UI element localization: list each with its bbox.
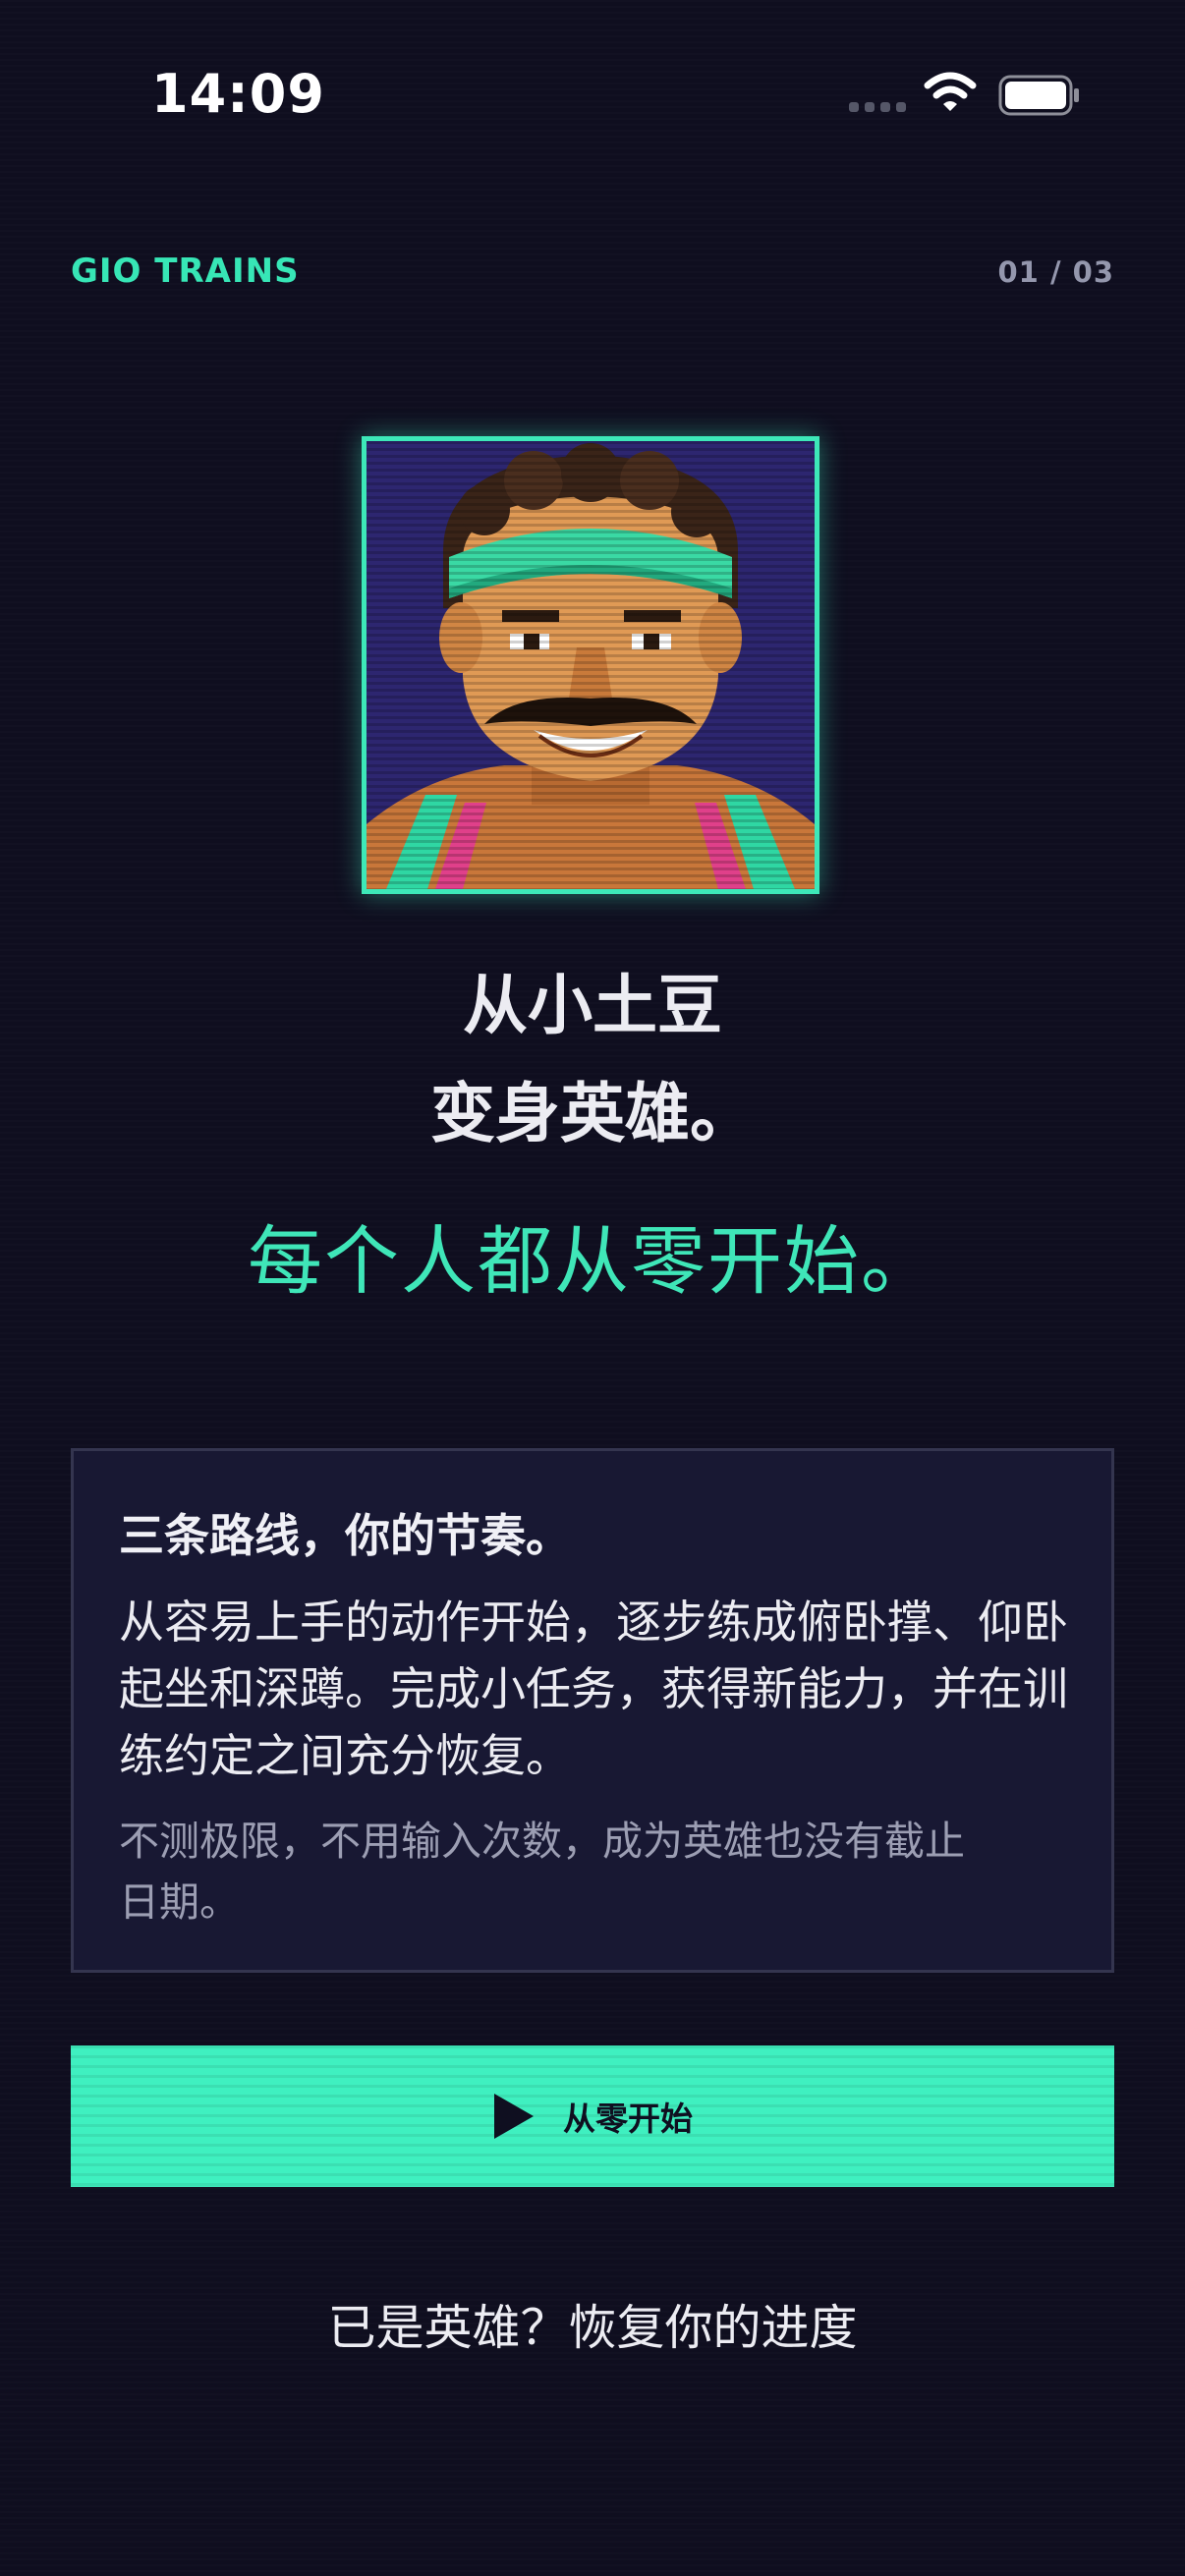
- headline-line-1: 从小土豆: [463, 968, 722, 1043]
- page-indicator: 01 / 03: [997, 255, 1114, 289]
- header: GIO TRAINS 01 / 03: [71, 252, 1114, 301]
- info-card-body: 从容易上手的动作开始，逐步练成俯卧撑、仰卧起坐和深蹲。完成小任务，获得新能力，并…: [119, 1596, 1068, 1782]
- hero-portrait-illustration: [367, 441, 815, 889]
- tagline: 每个人都从零开始。: [248, 1217, 937, 1305]
- play-icon: [494, 2094, 534, 2139]
- start-from-zero-button[interactable]: 从零开始: [71, 2045, 1114, 2187]
- battery-icon: [998, 75, 1079, 116]
- start-button-label: 从零开始: [563, 2100, 693, 2137]
- cellular-signal-icon: [849, 102, 906, 112]
- restore-progress-link[interactable]: 已是英雄？恢复你的进度: [0, 2289, 1185, 2359]
- info-card-note: 不测极限，不用输入次数，成为英雄也没有截止日期。: [119, 1818, 965, 1926]
- status-time: 14:09: [151, 63, 325, 125]
- info-card-title: 三条路线，你的节奏。: [119, 1509, 571, 1562]
- status-bar: 14:09: [0, 0, 1185, 196]
- hero-portrait-image: [362, 436, 819, 894]
- headline-line-2: 变身英雄。: [430, 1076, 755, 1151]
- wifi-icon: [924, 72, 977, 111]
- app-brand: GIO TRAINS: [71, 252, 300, 291]
- info-card: 三条路线，你的节奏。 从容易上手的动作开始，逐步练成俯卧撑、仰卧起坐和深蹲。完成…: [71, 1448, 1114, 1973]
